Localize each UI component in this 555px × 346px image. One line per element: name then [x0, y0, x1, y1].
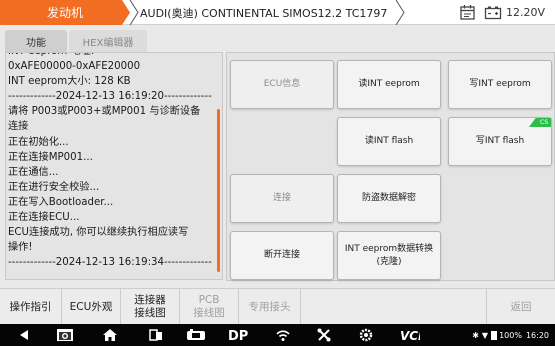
write-int-flash-button[interactable]: 写INT flash CS: [448, 117, 552, 166]
breadcrumb-module[interactable]: 发动机: [0, 0, 130, 25]
top-header: 发动机 AUDI(奥迪) CONTINENTAL SIMOS12.2 TC179…: [0, 0, 555, 25]
log-line: -------------2024-12-13 16:19:34--------…: [8, 257, 212, 269]
settings-gear-icon[interactable]: [358, 327, 374, 343]
read-int-flash-button[interactable]: 读INT flash: [337, 117, 441, 166]
battery-voltage-icon: [484, 6, 502, 20]
connect-button[interactable]: 连接: [230, 174, 334, 223]
log-line: -------------2024-12-13 16:19:20--------…: [8, 91, 212, 103]
write-int-eeprom-button[interactable]: 写INT eeprom: [448, 60, 552, 109]
svg-text:VCI: VCI: [400, 329, 420, 343]
voltage-readout: 12.20V: [506, 6, 546, 19]
battery-icon: [491, 330, 498, 340]
log-line: 正在连接MP001...: [8, 151, 93, 163]
breadcrumb-vehicle[interactable]: AUDI(奥迪) CONTINENTAL SIMOS12.2 TC1797: [126, 0, 406, 25]
connector-diagram-button[interactable]: 连接器 接线图: [121, 289, 180, 325]
log-line: 正在通信...: [8, 166, 59, 178]
log-text: INT eeprom 地址: 0xAFE00000-0xAFE20000 INT e…: [8, 53, 218, 270]
log-panel[interactable]: INT eeprom 地址: 0xAFE00000-0xAFE20000 INT e…: [5, 52, 223, 280]
battery-percent: 100%: [499, 330, 522, 340]
bluetooth-icon: ✱: [472, 330, 479, 340]
int-eeprom-convert-button[interactable]: INT eeprom数据转换 (克隆): [337, 231, 441, 280]
dp-app-icon[interactable]: DP: [228, 327, 248, 343]
toolbar-spacer: [301, 289, 487, 325]
recent-apps-icon[interactable]: [148, 327, 164, 343]
tab-hex-editor[interactable]: HEX编辑器: [69, 30, 147, 52]
function-panel: ECU信息 读INT eeprom 写INT eeprom 读INT flash…: [226, 52, 555, 281]
immo-decrypt-button[interactable]: 防盗数据解密: [337, 174, 441, 223]
log-line: 正在初始化...: [8, 136, 69, 148]
wifi-icon[interactable]: [275, 327, 291, 343]
back-button[interactable]: 返回: [487, 289, 555, 325]
status-area: ✱ ▼ 100% 16:20: [472, 324, 549, 346]
home-icon[interactable]: [102, 327, 118, 343]
log-line: ECU连接成功, 你可以继续执行相应读写: [8, 227, 189, 239]
vci-icon[interactable]: [186, 327, 206, 343]
calendar-icon[interactable]: [459, 4, 476, 21]
back-nav-icon[interactable]: [16, 327, 32, 343]
log-line: INT eeprom 地址:: [8, 53, 218, 59]
log-line: 正在进行安全校验...: [8, 181, 100, 193]
signal-icon: ▼: [481, 330, 489, 340]
log-line: 操作!: [8, 242, 33, 254]
svg-text:DP: DP: [228, 329, 248, 343]
vci-logo-icon[interactable]: VCI: [400, 327, 420, 343]
write-int-flash-label: 写INT flash: [475, 136, 525, 146]
tab-bar: 功能 HEX编辑器: [0, 28, 555, 52]
pcb-diagram-button[interactable]: PCB 接线图: [180, 289, 239, 325]
cs-badge: CS: [529, 118, 551, 127]
log-line: INT eeprom大小: 128 KB: [8, 76, 131, 88]
ecu-view-button[interactable]: ECU外观: [62, 289, 121, 325]
log-line: 正在写入Bootloader...: [8, 196, 114, 208]
log-line: 正在连接ECU...: [8, 212, 80, 224]
log-line: 请将 P003或P003+或MP001 与诊断设备: [8, 106, 201, 118]
ecu-info-button[interactable]: ECU信息: [230, 60, 334, 109]
disconnect-button[interactable]: 断开连接: [230, 231, 334, 280]
guide-button[interactable]: 操作指引: [0, 289, 62, 325]
log-line: 连接: [8, 121, 29, 133]
camera-icon[interactable]: [56, 327, 74, 343]
system-nav-bar: DP VCI ✱ ▼ 100% 16:20: [0, 324, 555, 346]
tab-function[interactable]: 功能: [5, 30, 67, 52]
read-int-eeprom-button[interactable]: 读INT eeprom: [337, 60, 441, 109]
tools-icon[interactable]: [316, 327, 332, 343]
log-scrollbar[interactable]: [217, 109, 220, 272]
log-line: 0xAFE00000-0xAFE20000: [8, 61, 141, 73]
special-connector-button[interactable]: 专用接头: [239, 289, 301, 325]
bottom-toolbar: 操作指引 ECU外观 连接器 接线图 PCB 接线图 专用接头 返回: [0, 288, 555, 325]
clock-time: 16:20: [525, 330, 549, 340]
